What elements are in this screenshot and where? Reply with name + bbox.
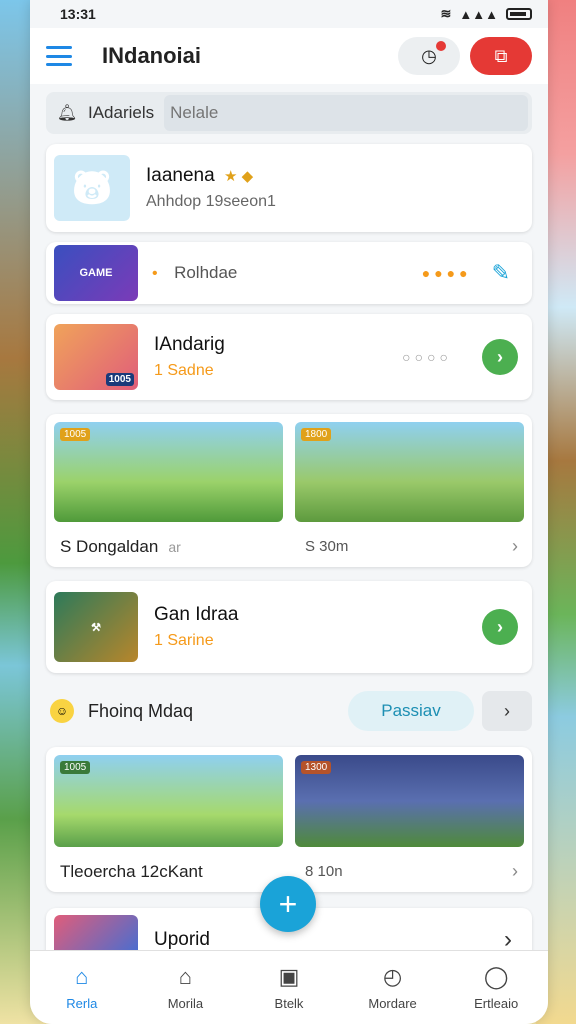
signal-icon: ▲▲▲ xyxy=(459,6,498,22)
bottom-navigation: ⌂ Rerla ⌂ Morila ▣ Btelk ◴ Mordare ◯ Ert… xyxy=(30,950,548,1024)
section-next-button[interactable]: › xyxy=(482,691,532,731)
row3-text: Gan Idraa 1 Sarine xyxy=(154,604,482,650)
gallery-card-1[interactable]: 1005 1800 S Dongaldan ar S 30m › xyxy=(46,414,532,567)
nav-label: Ertleaio xyxy=(474,996,519,1011)
edit-icon[interactable]: ✎ xyxy=(492,260,510,286)
row2-text: IAndarig 1 Sadne xyxy=(154,334,402,380)
profile-subtitle: Ahhdop 19seeon1 xyxy=(146,193,276,210)
status-bar: 13:31 ≋ ▲▲▲ xyxy=(30,0,548,28)
list-item-game-3[interactable]: ⚒ Gan Idraa 1 Sarine › xyxy=(46,581,532,673)
nav-label: Rerla xyxy=(66,996,98,1011)
row3-subtitle: 1 Sarine xyxy=(154,632,214,649)
status-icons: ≋ ▲▲▲ xyxy=(440,6,532,22)
profile-text: Iaanenа ★ ◆ Ahhdop 19seeon1 xyxy=(146,165,524,211)
nav-label: Morila xyxy=(167,996,204,1011)
nav-messages[interactable]: ▣ Btelk xyxy=(237,951,341,1024)
nav-notifications[interactable]: ⌂ Morila xyxy=(134,951,238,1024)
clock-icon: ◴ xyxy=(382,964,403,989)
bell-icon[interactable]: 🔔︎ xyxy=(56,103,78,123)
go-arrow-button[interactable]: › xyxy=(482,609,518,645)
gallery-right-label: S 30m xyxy=(305,538,349,555)
gallery-left-label: S Dongaldan ar xyxy=(60,536,181,556)
scene-tag: 1005 xyxy=(60,761,91,774)
list-item-game-2[interactable]: 1005 IAndarig 1 Sadne ○○○○ › xyxy=(46,314,532,400)
chevron-right-icon[interactable]: › xyxy=(512,536,518,557)
notifications-button[interactable]: ◷ xyxy=(398,37,460,75)
gallery-labels: S Dongaldan ar S 30m › xyxy=(54,536,524,557)
nav-profile[interactable]: ◯ Ertleaio xyxy=(444,951,548,1024)
smiley-icon: ☺ xyxy=(50,699,74,723)
section-pill-button[interactable]: Passiav xyxy=(348,691,474,731)
message-icon: ▣ xyxy=(278,964,300,989)
wifi-icon: ≋ xyxy=(440,6,452,21)
search-input[interactable] xyxy=(164,95,528,131)
scene-tag: 1800 xyxy=(301,428,332,441)
user-icon: ◯ xyxy=(483,964,509,989)
gallery-right-label: 8 10n xyxy=(305,863,343,880)
rating-dots: ●●●● xyxy=(421,265,472,281)
row1-text: • Rolhdae xyxy=(152,263,422,283)
girl-thumbnail: 1005 xyxy=(54,324,138,390)
house-badge-icon: ⌂ xyxy=(178,964,193,989)
row3-title: Gan Idraa xyxy=(154,604,239,625)
forest-scene-thumbnail[interactable]: 1005 xyxy=(54,422,283,522)
nav-history[interactable]: ◴ Mordare xyxy=(341,951,445,1024)
row1-label: Rolhdae xyxy=(174,263,238,282)
gallery-card-2[interactable]: 1005 1300 Tleoercha 12cKant 8 10n › xyxy=(46,747,532,892)
treasure-scene-thumbnail[interactable]: 1005 xyxy=(54,755,283,847)
nav-label: Btelk xyxy=(274,996,304,1011)
section-header: ☺ Fhoinq Mdaq Passiav › xyxy=(50,691,532,731)
village-scene-thumbnail[interactable]: 1800 xyxy=(295,422,524,522)
video-button[interactable]: ⧉ xyxy=(470,37,532,75)
thumbnail-tag: 1005 xyxy=(105,373,134,386)
search-label: IAdariels xyxy=(88,103,155,122)
row4-title: Uporid xyxy=(154,929,210,950)
app-title: INdanoiai xyxy=(102,43,202,68)
row2-subtitle: 1 Sadne xyxy=(154,362,214,379)
search-label-group: 🔔︎ IAdariels xyxy=(46,103,164,123)
video-icon: ⧉ xyxy=(494,45,508,66)
row2-title: IAndarig xyxy=(154,334,225,355)
scene-tag: 1300 xyxy=(301,761,332,774)
app-screen: 13:31 ≋ ▲▲▲ INdanoiai ◷ ⧉ 🔔︎ IAdariels 🐻… xyxy=(30,0,548,1024)
gallery-thumbnails: 1005 1300 xyxy=(54,755,524,847)
scene-tag: 1005 xyxy=(60,428,91,441)
game-thumbnail: GAME xyxy=(54,245,138,301)
bear-avatar: 🐻︎ xyxy=(54,155,130,221)
home-icon: ⌂ xyxy=(75,964,89,989)
hamburger-menu-icon[interactable] xyxy=(46,46,72,66)
battery-icon xyxy=(506,8,532,20)
gallery-left-label: Tleoercha 12cKant xyxy=(60,861,203,881)
row4-text: Uporid xyxy=(154,929,504,951)
profile-card[interactable]: 🐻︎ Iaanenа ★ ◆ Ahhdop 19seeon1 xyxy=(46,144,532,232)
app-header: INdanoiai ◷ ⧉ xyxy=(30,28,548,84)
pagination-dots: ○○○○ xyxy=(402,349,452,365)
profile-title: Iaanenа ★ ◆ xyxy=(146,165,254,186)
night-hut-scene-thumbnail[interactable]: 1300 xyxy=(295,755,524,847)
nav-home[interactable]: ⌂ Rerla xyxy=(30,951,134,1024)
search-bar: 🔔︎ IAdariels xyxy=(46,92,532,134)
add-fab-button[interactable]: + xyxy=(260,876,316,932)
plus-icon: + xyxy=(278,885,298,922)
chevron-right-icon[interactable]: › xyxy=(512,861,518,882)
notification-dot xyxy=(436,41,446,51)
section-title: Fhoinq Mdaq xyxy=(88,700,194,721)
status-time: 13:31 xyxy=(60,6,96,22)
gallery-thumbnails: 1005 1800 xyxy=(54,422,524,522)
bullet-icon: • xyxy=(152,265,158,282)
chest-thumbnail: ⚒ xyxy=(54,592,138,662)
go-arrow-button[interactable]: › xyxy=(482,339,518,375)
clock-icon: ◷ xyxy=(421,45,437,66)
nav-label: Mordare xyxy=(368,996,417,1011)
badge-icons: ★ ◆ xyxy=(223,168,254,185)
list-item-game-1[interactable]: GAME • Rolhdae ●●●● ✎ xyxy=(46,242,532,304)
